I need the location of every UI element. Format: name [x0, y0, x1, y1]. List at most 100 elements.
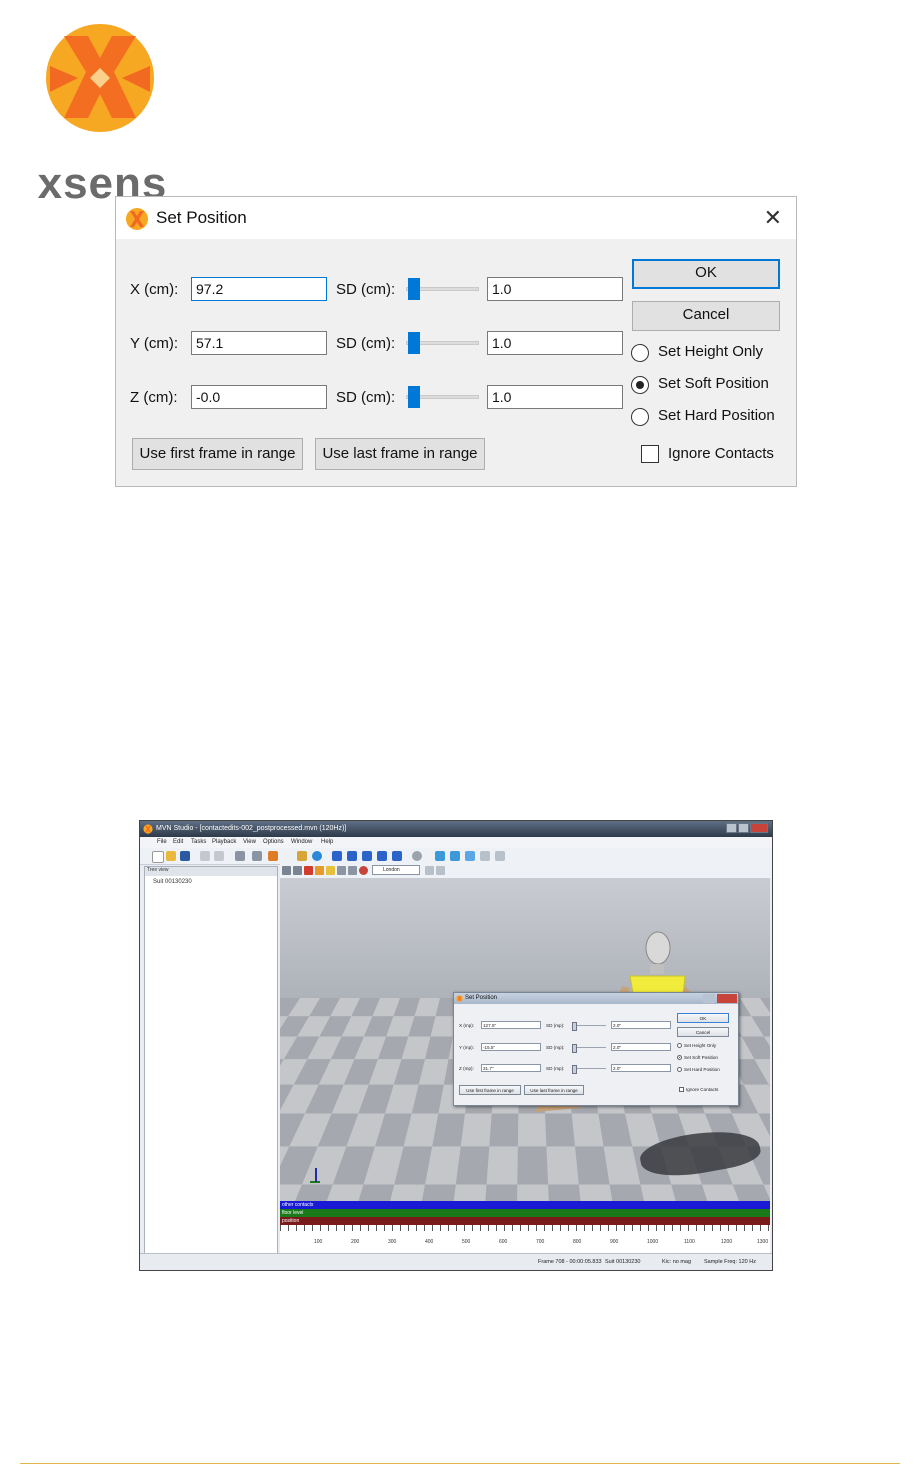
mini-radio-set-soft-position[interactable]: Set Soft Position [677, 1055, 718, 1061]
dialog-title: Set Position [156, 208, 247, 227]
tree-item-suit[interactable]: Suit 00130230 [145, 876, 277, 888]
mini-z-sd-slider[interactable] [572, 1065, 606, 1074]
record-settings-icon[interactable] [297, 851, 307, 861]
status-sample-freq: Sample Freq: 120 Hz [704, 1259, 756, 1265]
undo-icon[interactable] [235, 851, 245, 861]
z-sd-input[interactable] [487, 385, 623, 409]
close-icon[interactable]: ✕ [764, 205, 782, 231]
timeline-row-floor-level: floor level [280, 1209, 770, 1217]
view-toolbar: London [280, 864, 772, 878]
menu-view[interactable]: View [243, 839, 256, 845]
marker-icon[interactable] [315, 866, 324, 875]
triangle-icon[interactable] [304, 866, 313, 875]
mini-ok-button[interactable]: OK [677, 1013, 729, 1023]
first-frame-icon[interactable] [332, 851, 342, 861]
z-input[interactable] [191, 385, 327, 409]
mini-radio-set-height-only[interactable]: Set Height Only [677, 1043, 716, 1049]
xsens-logo: xsens [20, 22, 185, 206]
cut-icon[interactable] [200, 851, 210, 861]
mini-y-sd-slider[interactable] [572, 1044, 606, 1053]
mini-z-label: Z (mp): [459, 1066, 474, 1071]
app-title: MVN Studio - [contactedits-002_postproce… [156, 825, 347, 832]
xsens-logo-mark [46, 24, 154, 132]
mini-y-input[interactable]: -15.5" [481, 1043, 541, 1051]
mini-x-sd-slider[interactable] [572, 1022, 606, 1031]
y-sd-label: SD (cm): [336, 335, 396, 352]
y-sd-slider[interactable] [406, 331, 479, 355]
mini-y-label: Y (mp): [459, 1045, 474, 1050]
graph-icon[interactable] [480, 851, 490, 861]
timeline-ruler[interactable]: 100 200 300 400 500 600 700 800 900 1000… [280, 1225, 770, 1245]
tick-label: 900 [610, 1239, 619, 1245]
help-icon[interactable] [703, 994, 715, 1003]
mvn-studio-screenshot: MVN Studio - [contactedits-002_postproce… [139, 820, 773, 1271]
ok-button[interactable]: OK [632, 259, 780, 289]
mini-z-input[interactable]: 31.7" [481, 1064, 541, 1072]
layout-icon[interactable] [495, 851, 505, 861]
mini-use-first-frame-button[interactable]: Use first frame in range [459, 1085, 521, 1095]
stop-icon[interactable] [359, 866, 368, 875]
menu-file[interactable]: File [157, 839, 167, 845]
open-icon[interactable] [166, 851, 176, 861]
close-icon[interactable] [750, 823, 768, 833]
last-frame-icon[interactable] [392, 851, 402, 861]
menu-window[interactable]: Window [291, 839, 312, 845]
table-icon[interactable] [293, 866, 302, 875]
minimize-icon[interactable] [726, 823, 737, 833]
mini-cancel-button[interactable]: Cancel [677, 1027, 729, 1037]
mini-use-last-frame-button[interactable]: Use last frame in range [524, 1085, 584, 1095]
next-frame-icon[interactable] [377, 851, 387, 861]
timeline-row-position: position [280, 1217, 770, 1225]
menu-edit[interactable]: Edit [173, 839, 183, 845]
mini-ignore-contacts-checkbox[interactable]: Ignore Contacts [679, 1087, 718, 1093]
use-last-frame-button[interactable]: Use last frame in range [315, 438, 485, 470]
redo-icon[interactable] [252, 851, 262, 861]
menu-help[interactable]: Help [321, 839, 333, 845]
x-input[interactable] [191, 277, 327, 301]
y-input[interactable] [191, 331, 327, 355]
tick-label: 700 [536, 1239, 545, 1245]
menu-playback[interactable]: Playback [212, 839, 236, 845]
record-icon[interactable] [412, 851, 422, 861]
timeline-panel[interactable]: other contacts floor level position 100 … [280, 1201, 770, 1253]
mini-y-sd-input[interactable]: 2.0" [611, 1043, 671, 1051]
save-icon[interactable] [180, 851, 190, 861]
person-icon[interactable] [450, 851, 460, 861]
mini-x-sd-input[interactable]: 2.0" [611, 1021, 671, 1029]
mini-x-input[interactable]: 127.5" [481, 1021, 541, 1029]
status-frame: Frame 708 - 00:00:05.833 [538, 1259, 602, 1265]
cancel-button[interactable]: Cancel [632, 301, 780, 331]
refresh-icon[interactable] [312, 851, 322, 861]
highlight-icon[interactable] [326, 866, 335, 875]
previous-frame-icon[interactable] [347, 851, 357, 861]
z-sd-slider[interactable] [406, 385, 479, 409]
calibrate-icon[interactable] [435, 851, 445, 861]
menu-options[interactable]: Options [263, 839, 284, 845]
export-icon[interactable] [436, 866, 445, 875]
z-sd-label: SD (cm): [336, 389, 396, 406]
edit-icon[interactable] [465, 851, 475, 861]
mini-z-sd-input[interactable]: 2.0" [611, 1064, 671, 1072]
tool-icon[interactable] [268, 851, 278, 861]
menu-tasks[interactable]: Tasks [191, 839, 206, 845]
scale-icon[interactable] [348, 866, 357, 875]
y-sd-input[interactable] [487, 331, 623, 355]
tick-label: 600 [499, 1239, 508, 1245]
close-icon[interactable] [717, 994, 737, 1003]
maximize-icon[interactable] [738, 823, 749, 833]
camera-icon[interactable] [337, 866, 346, 875]
new-icon[interactable] [152, 851, 164, 863]
x-sd-input[interactable] [487, 277, 623, 301]
environment-dropdown[interactable]: London [372, 865, 420, 875]
tick-label: 300 [388, 1239, 397, 1245]
grid-icon[interactable] [282, 866, 291, 875]
x-sd-slider[interactable] [406, 277, 479, 301]
chart-icon[interactable] [425, 866, 434, 875]
copy-icon[interactable] [214, 851, 224, 861]
3d-viewport[interactable]: Set Position X (mp): 127.5" SD (mp): 2.0… [280, 878, 770, 1201]
mini-radio-set-hard-position[interactable]: Set Hard Position [677, 1067, 720, 1073]
play-icon[interactable] [362, 851, 372, 861]
environment-value: London [383, 867, 400, 873]
tick-label: 200 [351, 1239, 360, 1245]
use-first-frame-button[interactable]: Use first frame in range [132, 438, 303, 470]
